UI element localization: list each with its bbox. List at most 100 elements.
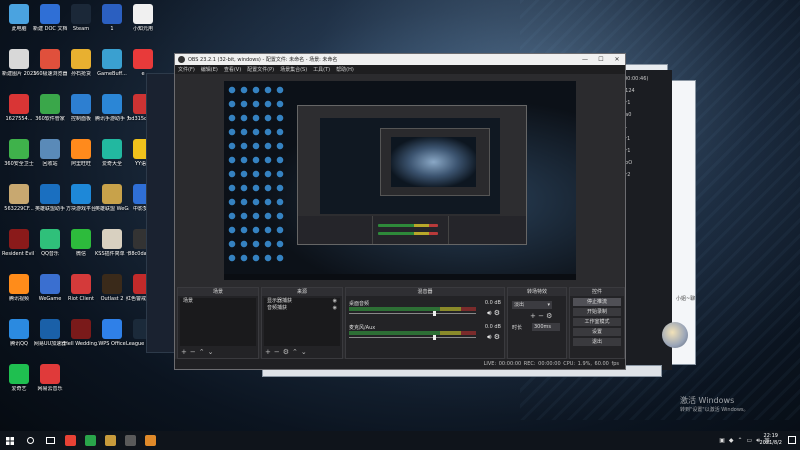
transition-tools[interactable]: + − ⚙	[530, 312, 552, 320]
remove-source-button[interactable]: −	[274, 348, 283, 356]
desktop-icon[interactable]: Steam	[64, 2, 98, 50]
taskbar-app-phone[interactable]	[80, 431, 100, 450]
studio-mode-button[interactable]: 工作室模式	[573, 318, 621, 326]
visibility-eye-icon[interactable]: ◉	[333, 298, 337, 305]
chat-window[interactable]: (00:00:46) 0124 dr1 0a0 r1 kr1 dr1 0oO dr2	[620, 70, 672, 370]
gear-icon[interactable]: ⚙	[283, 348, 292, 356]
menu-item[interactable]: 场景集合(S)	[280, 66, 307, 73]
remove-scene-button[interactable]: −	[190, 348, 199, 356]
start-button[interactable]	[0, 431, 20, 450]
volume-slider[interactable]	[349, 313, 476, 314]
tray-app-icon[interactable]: ◆	[729, 437, 734, 444]
desktop-icon[interactable]: 孙石抢货	[64, 47, 98, 95]
stop-streaming-button[interactable]: 停止推流	[573, 298, 621, 306]
volume-slider-handle[interactable]	[433, 335, 437, 340]
obs-titlebar[interactable]: OBS 23.2.1 (32-bit, windows) - 配置文件: 未命名…	[175, 54, 625, 65]
desktop-icon[interactable]: Resident Evil Village	[2, 227, 36, 275]
desktop-icon[interactable]: 腾讯视频	[2, 272, 36, 320]
menu-item[interactable]: 查看(V)	[224, 66, 241, 73]
desktop-icon[interactable]: 360软件管家	[33, 92, 67, 140]
scene-item[interactable]: 场景	[180, 298, 256, 305]
taskbar-app-obs[interactable]	[120, 431, 140, 450]
sources-toolbar: +−⚙⌃⌄	[265, 348, 310, 356]
channel-db: 0.0 dB	[484, 300, 501, 306]
desktop-icon[interactable]: Outlast 2	[95, 272, 129, 320]
desktop-icon[interactable]: 控制面板	[64, 92, 98, 140]
desktop-icon[interactable]: 网易云音乐	[33, 362, 67, 410]
volume-slider[interactable]	[349, 337, 476, 338]
taskbar-app-game[interactable]	[140, 431, 160, 450]
desktop-icon[interactable]: 360极速浏览器	[33, 47, 67, 95]
desktop-icon[interactable]: GameBuff...	[95, 47, 129, 95]
volume-slider-handle[interactable]	[433, 311, 437, 316]
scenes-list[interactable]: 场景	[180, 298, 256, 346]
transition-select[interactable]: 淡出	[512, 301, 552, 309]
task-view-button[interactable]	[40, 431, 60, 450]
search-button[interactable]	[20, 431, 40, 450]
desktop-icon[interactable]: 563229CF...	[2, 182, 36, 230]
move-down-icon[interactable]: ⌄	[301, 348, 310, 356]
move-up-icon[interactable]: ⌃	[292, 348, 301, 356]
speaker-icon[interactable]: 🔊︎ ⚙	[487, 309, 500, 318]
tray-app-icon[interactable]: ▣	[719, 437, 725, 444]
transitions-dock-title: 转场特效	[508, 288, 566, 296]
menu-item[interactable]: 帮助(H)	[336, 66, 354, 73]
menu-item[interactable]: 文件(F)	[178, 66, 195, 73]
notification-icon[interactable]	[788, 436, 796, 444]
settings-button[interactable]: 设置	[573, 328, 621, 336]
avatar[interactable]	[662, 322, 688, 348]
desktop-icon[interactable]: Hell Wedding...	[64, 317, 98, 365]
move-down-icon[interactable]: ⌄	[208, 348, 217, 356]
obs-preview[interactable]	[224, 81, 576, 280]
menu-item[interactable]: 编辑(E)	[201, 66, 218, 73]
source-item[interactable]: 音频捕获 ◉	[264, 305, 340, 312]
chat-line: dr2	[622, 172, 631, 178]
desktop-icon[interactable]: 英雄联盟助手	[33, 182, 67, 230]
desktop-icon[interactable]: KSS插件简单 卡狗伸伸Pro	[95, 227, 129, 275]
desktop-icon[interactable]: 爱奇艺	[2, 362, 36, 410]
add-scene-button[interactable]: +	[181, 348, 190, 356]
speaker-icon[interactable]: 🔊︎ ⚙	[487, 333, 500, 342]
move-up-icon[interactable]: ⌃	[199, 348, 208, 356]
add-source-button[interactable]: +	[265, 348, 274, 356]
desktop-icon[interactable]: 360安全卫士	[2, 137, 36, 185]
app-icon	[9, 49, 29, 69]
desktop-icon[interactable]: 回收站	[33, 137, 67, 185]
desktop-icon[interactable]: 新建图片 2021072...	[2, 47, 36, 95]
desktop-icon[interactable]: 方块游戏平台	[64, 182, 98, 230]
desktop-icon[interactable]: 新建 DOC 文档	[33, 2, 67, 50]
exit-button[interactable]: 退出	[573, 338, 621, 346]
maximize-button[interactable]: ☐	[593, 56, 609, 63]
desktop-icon[interactable]: 阿里旺旺	[64, 137, 98, 185]
taskbar-clock[interactable]: 22:19 2021/8/2	[760, 433, 782, 447]
taskbar-app-lol[interactable]	[100, 431, 120, 450]
duration-input[interactable]: 300ms	[532, 323, 560, 331]
desktop-icon[interactable]: Riot Client	[64, 272, 98, 320]
desktop-icon[interactable]: 微信	[64, 227, 98, 275]
desktop-icon[interactable]: 此电脑	[2, 2, 36, 50]
desktop-icon[interactable]: WeGame	[33, 272, 67, 320]
desktop-icon[interactable]: 英雄联盟 WeGame版	[95, 182, 129, 230]
desktop-icon[interactable]: 小知元用	[126, 2, 160, 50]
minimize-button[interactable]: —	[577, 56, 593, 63]
sources-list[interactable]: 显示器捕获 ◉ 音频捕获 ◉	[264, 298, 340, 346]
desktop-icon[interactable]: 腾讯QQ	[2, 317, 36, 365]
obs-window[interactable]: OBS 23.2.1 (32-bit, windows) - 配置文件: 未命名…	[174, 53, 626, 370]
start-recording-button[interactable]: 开始录制	[573, 308, 621, 316]
source-item[interactable]: 显示器捕获 ◉	[264, 298, 340, 305]
desktop-icon[interactable]: 腾讯手游助手 开放平台	[95, 92, 129, 140]
desktop-icon[interactable]: WPS Office	[95, 317, 129, 365]
app-icon	[71, 319, 91, 339]
desktop-icon[interactable]: 1	[95, 2, 129, 50]
chevron-up-icon[interactable]: ⌃	[738, 437, 743, 444]
taskbar-app-chrome[interactable]	[60, 431, 80, 450]
desktop-icon[interactable]: QQ音乐	[33, 227, 67, 275]
desktop-icon[interactable]: 爱奇大全	[95, 137, 129, 185]
menu-item[interactable]: 配置文件(P)	[247, 66, 274, 73]
menu-item[interactable]: 工具(T)	[313, 66, 330, 73]
network-icon[interactable]: ▭	[747, 437, 753, 444]
close-button[interactable]: ✕	[609, 56, 625, 63]
desktop-icon[interactable]: 网易UU加速器	[33, 317, 67, 365]
desktop-icon[interactable]: 1627554...	[2, 92, 36, 140]
visibility-eye-icon[interactable]: ◉	[333, 305, 337, 312]
